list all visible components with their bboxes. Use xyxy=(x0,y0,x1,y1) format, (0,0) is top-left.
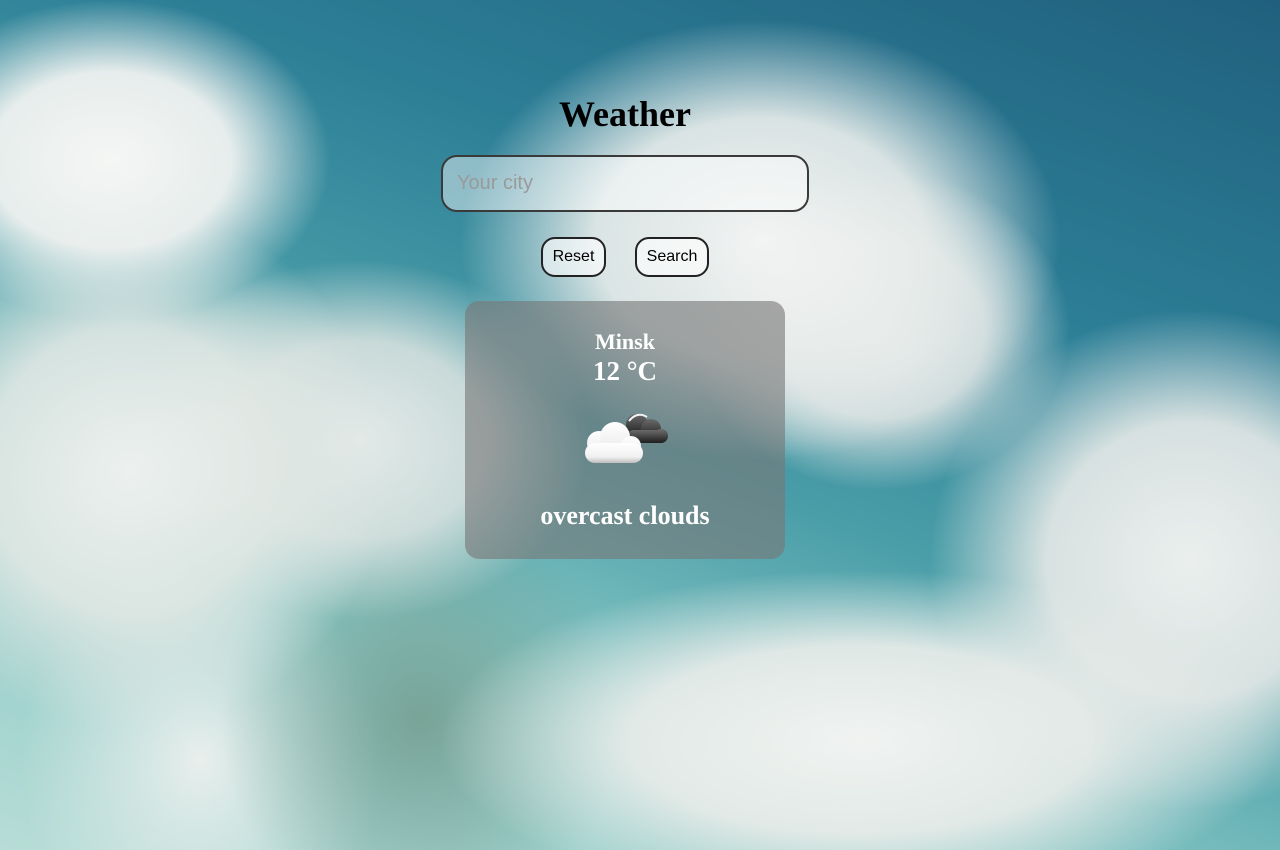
city-search-input[interactable] xyxy=(441,155,809,212)
city-name: Minsk xyxy=(595,329,655,354)
weather-card: Minsk 12 °C overcast clouds xyxy=(465,301,785,559)
reset-button[interactable]: Reset xyxy=(541,237,606,277)
search-button[interactable]: Search xyxy=(635,237,709,277)
weather-app: Weather Reset Search Minsk 12 °C xyxy=(0,0,1280,850)
page-title: Weather xyxy=(559,94,691,134)
temperature: 12 °C xyxy=(592,356,658,386)
overcast-clouds-icon xyxy=(585,413,668,463)
weather-description: overcast clouds xyxy=(540,501,710,530)
